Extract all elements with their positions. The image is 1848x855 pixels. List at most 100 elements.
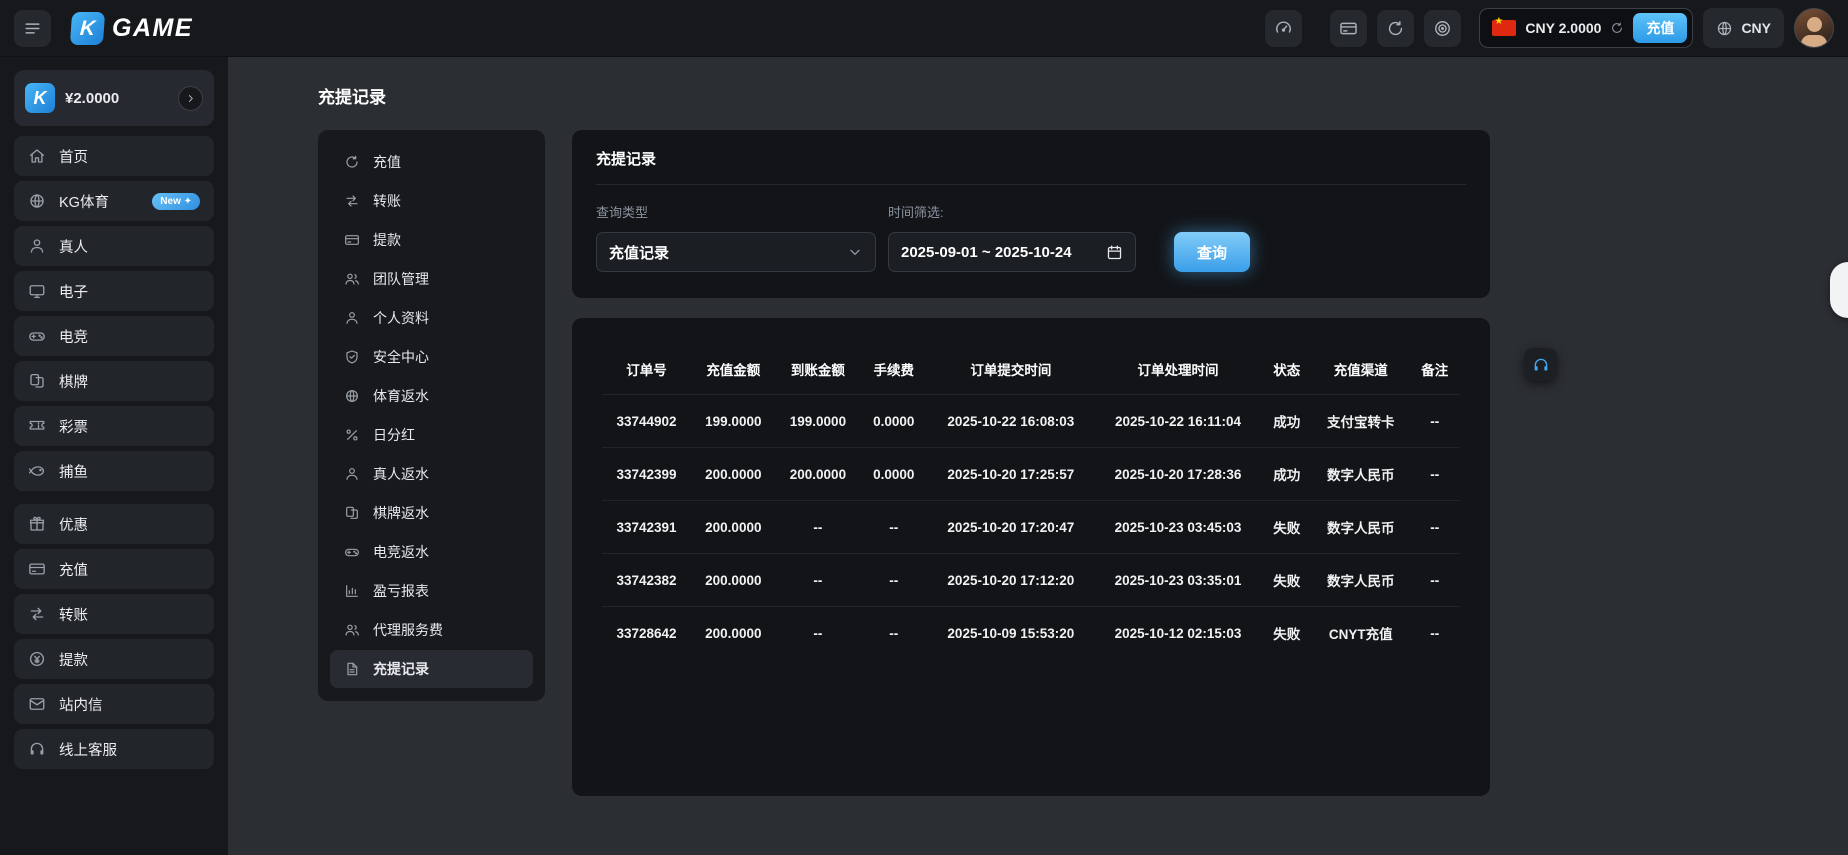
wallet-card[interactable]: K ¥2.0000 — [14, 70, 214, 126]
submenu-item-esports-rebate[interactable]: 电竞返水 — [330, 533, 533, 571]
support-fab-button[interactable] — [1524, 348, 1557, 381]
sidebar-item-deposit[interactable]: 充值 — [14, 549, 214, 589]
sidebar-item-board-games[interactable]: 棋牌 — [14, 361, 214, 401]
sidebar-item-slots[interactable]: 电子 — [14, 271, 214, 311]
table-cell: 成功 — [1262, 448, 1312, 501]
user-avatar[interactable] — [1794, 8, 1834, 48]
submenu-item-withdraw[interactable]: 提款 — [330, 221, 533, 259]
balance-label: CNY 2.0000 — [1525, 20, 1601, 36]
logo[interactable]: K GAME — [71, 12, 193, 45]
sidebar-menu-account: 优惠充值转账提款站内信线上客服 — [14, 504, 214, 769]
sidebar-item-support[interactable]: 线上客服 — [14, 729, 214, 769]
deposit-button[interactable]: 充值 — [1633, 13, 1687, 43]
refresh-balance-icon[interactable] — [1610, 21, 1624, 35]
date-filter-field: 时间筛选: 2025-09-01 ~ 2025-10-24 — [888, 202, 1136, 272]
sidebar-item-esports[interactable]: 电竞 — [14, 316, 214, 356]
table-row: 33742382200.0000----2025-10-20 17:12:202… — [602, 554, 1460, 607]
submenu-item-label: 提款 — [373, 230, 401, 250]
submenu-item-deposit[interactable]: 充值 — [330, 143, 533, 181]
submenu-item-agent-fee[interactable]: 代理服务费 — [330, 611, 533, 649]
doc-icon — [344, 661, 360, 677]
calendar-icon — [1106, 244, 1123, 261]
card-icon — [1339, 19, 1358, 38]
fish-icon — [28, 462, 46, 480]
sidebar-item-label: 站内信 — [59, 694, 200, 715]
sidebar-item-label: 棋牌 — [59, 371, 200, 392]
menu-toggle-button[interactable] — [14, 10, 51, 47]
language-selector[interactable]: CNY — [1703, 8, 1784, 48]
sidebar-item-promotions[interactable]: 优惠 — [14, 504, 214, 544]
sidebar-item-label: 捕鱼 — [59, 461, 200, 482]
submenu-item-transfer[interactable]: 转账 — [330, 182, 533, 220]
submenu-item-deposit-withdraw-records[interactable]: 充提记录 — [330, 650, 533, 688]
table-cell: 失败 — [1262, 554, 1312, 607]
submenu-item-profile[interactable]: 个人资料 — [330, 299, 533, 337]
sidebar-item-home[interactable]: 首页 — [14, 136, 214, 176]
currency-selector[interactable]: CNY 2.0000 充值 — [1479, 8, 1693, 48]
table-cell: 33728642 — [602, 607, 691, 660]
sidebar-item-lottery[interactable]: 彩票 — [14, 406, 214, 446]
sidebar-item-label: 电子 — [59, 281, 200, 302]
sidebar-item-messages[interactable]: 站内信 — [14, 684, 214, 724]
app: K GAME CNY 2.0000 充值 CNY K ¥2.0000 — [0, 0, 1848, 855]
table-cell: 2025-10-20 17:28:36 — [1094, 448, 1261, 501]
table-cell: 支付宝转卡 — [1312, 395, 1410, 448]
submenu-item-pnl-report[interactable]: 盈亏报表 — [330, 572, 533, 610]
person-icon — [28, 237, 46, 255]
table-cell: CNYT充值 — [1312, 607, 1410, 660]
logo-k-icon: K — [70, 12, 105, 45]
users-icon — [344, 622, 360, 638]
transfer-icon — [344, 193, 360, 209]
table-cell: 数字人民币 — [1312, 501, 1410, 554]
sidebar-item-label: 线上客服 — [59, 739, 200, 760]
sidebar-item-fishing[interactable]: 捕鱼 — [14, 451, 214, 491]
wallet-balance: ¥2.0000 — [65, 90, 168, 107]
table-row: 33728642200.0000----2025-10-09 15:53:202… — [602, 607, 1460, 660]
percent-icon — [344, 427, 360, 443]
table-row: 33742399200.0000200.00000.00002025-10-20… — [602, 448, 1460, 501]
content-row: 充值转账提款团队管理个人资料安全中心体育返水日分红真人返水棋牌返水电竞返水盈亏报… — [318, 130, 1848, 796]
ball-icon — [344, 388, 360, 404]
table-cell: 200.0000 — [691, 607, 776, 660]
rebate-button[interactable] — [1377, 10, 1414, 47]
topbar: K GAME CNY 2.0000 充值 CNY — [0, 0, 1848, 57]
table-cell: 200.0000 — [691, 554, 776, 607]
submenu-item-daily-dividend[interactable]: 日分红 — [330, 416, 533, 454]
sidebar-item-label: 优惠 — [59, 514, 200, 535]
page-title: 充提记录 — [318, 83, 1848, 108]
gamepad-icon — [344, 544, 360, 560]
sidebar-item-withdraw[interactable]: 提款 — [14, 639, 214, 679]
submenu-item-label: 安全中心 — [373, 347, 429, 367]
submenu-item-team-management[interactable]: 团队管理 — [330, 260, 533, 298]
rewards-button[interactable] — [1424, 10, 1461, 47]
sidebar-item-label: 电竞 — [59, 326, 200, 347]
person-icon — [344, 310, 360, 326]
body-row: K ¥2.0000 首页KG体育New ✦真人电子电竞棋牌彩票捕鱼 优惠充值转账… — [0, 57, 1848, 855]
gift-icon — [28, 515, 46, 533]
submenu-item-sports-rebate[interactable]: 体育返水 — [330, 377, 533, 415]
table-cell: 200.0000 — [691, 501, 776, 554]
search-button[interactable]: 查询 — [1174, 232, 1250, 272]
submenu-item-security-center[interactable]: 安全中心 — [330, 338, 533, 376]
wallet-button[interactable] — [1330, 10, 1367, 47]
filter-card-title: 充提记录 — [596, 148, 1466, 185]
account-submenu: 充值转账提款团队管理个人资料安全中心体育返水日分红真人返水棋牌返水电竞返水盈亏报… — [318, 130, 545, 701]
records-card: 订单号充值金额到账金额手续费订单提交时间订单处理时间状态充值渠道备注 33744… — [572, 318, 1490, 796]
table-body: 33744902199.0000199.00000.00002025-10-22… — [602, 395, 1460, 660]
date-range-input[interactable]: 2025-09-01 ~ 2025-10-24 — [888, 232, 1136, 272]
sidebar-item-live-casino[interactable]: 真人 — [14, 226, 214, 266]
table-cell: -- — [1410, 501, 1460, 554]
sidebar-item-kg-sports[interactable]: KG体育New ✦ — [14, 181, 214, 221]
submenu-item-board-rebate[interactable]: 棋牌返水 — [330, 494, 533, 532]
table-cell: 2025-10-22 16:11:04 — [1094, 395, 1261, 448]
home-icon — [28, 147, 46, 165]
sidebar-item-transfer[interactable]: 转账 — [14, 594, 214, 634]
submenu-item-live-rebate[interactable]: 真人返水 — [330, 455, 533, 493]
coin-icon — [28, 650, 46, 668]
table-cell: -- — [776, 501, 861, 554]
wallet-expand-button[interactable] — [178, 86, 203, 111]
query-type-select[interactable]: 充值记录 — [596, 232, 876, 272]
side-panel-handle[interactable] — [1830, 262, 1848, 318]
speed-button[interactable] — [1265, 10, 1302, 47]
gamepad-icon — [28, 327, 46, 345]
